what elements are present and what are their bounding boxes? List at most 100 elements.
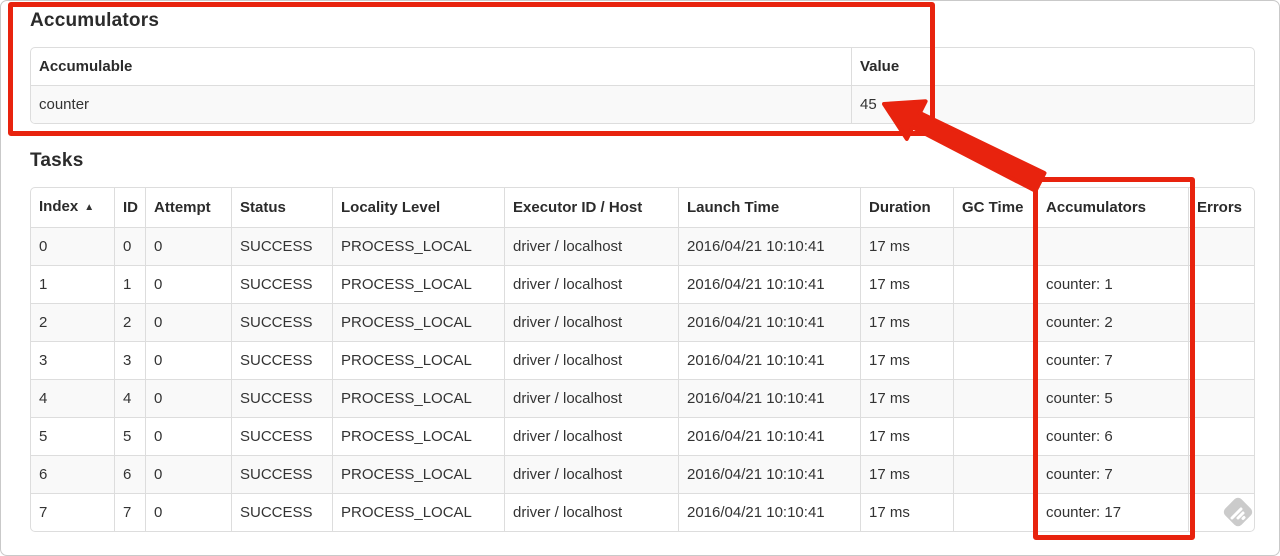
cell-errors [1188,341,1254,379]
cell-executor: driver / localhost [504,379,678,417]
cell-index: 1 [31,265,114,303]
cell-index: 2 [31,303,114,341]
cell-duration: 17 ms [860,341,953,379]
cell-errors [1188,227,1254,265]
column-header-status[interactable]: Status [231,188,332,227]
column-header-index[interactable]: Index ▲ [31,188,114,227]
table-row: 5 5 0 SUCCESS PROCESS_LOCAL driver / localhos… [31,417,1254,455]
column-header-attempt[interactable]: Attempt [145,188,231,227]
cell-duration: 17 ms [860,493,953,531]
cell-locality: PROCESS_LOCAL [332,341,504,379]
cell-locality: PROCESS_LOCAL [332,455,504,493]
column-header-errors[interactable]: Errors [1188,188,1254,227]
cell-executor: driver / localhost [504,493,678,531]
column-header-gc_time[interactable]: GC Time [953,188,1037,227]
column-header-value[interactable]: Value [851,48,1254,85]
cell-status: SUCCESS [231,379,332,417]
cell-launch: 2016/04/21 10:10:41 [678,417,860,455]
cell-accumulators: counter: 7 [1037,455,1188,493]
cell-attempt: 0 [145,493,231,531]
cell-index: 4 [31,379,114,417]
cell-locality: PROCESS_LOCAL [332,265,504,303]
cell-launch: 2016/04/21 10:10:41 [678,227,860,265]
spark-stage-page: Accumulators Accumulable Value counter 45 … [0,0,1280,532]
cell-duration: 17 ms [860,417,953,455]
cell-launch: 2016/04/21 10:10:41 [678,265,860,303]
cell-accumulators: counter: 1 [1037,265,1188,303]
column-header-duration[interactable]: Duration [860,188,953,227]
cell-id: 6 [114,455,145,493]
cell-attempt: 0 [145,341,231,379]
cell-duration: 17 ms [860,265,953,303]
cell-duration: 17 ms [860,455,953,493]
cell-attempt: 0 [145,455,231,493]
column-header-id[interactable]: ID [114,188,145,227]
cell-executor: driver / localhost [504,265,678,303]
watermark-icon [1221,495,1255,529]
cell-id: 5 [114,417,145,455]
cell-accumulators: counter: 6 [1037,417,1188,455]
cell-accumulators: counter: 7 [1037,341,1188,379]
accumulable-header-row: Accumulable Value [31,48,1254,85]
table-row: counter 45 [31,85,1254,123]
cell-executor: driver / localhost [504,455,678,493]
cell-id: 1 [114,265,145,303]
cell-status: SUCCESS [231,455,332,493]
cell-status: SUCCESS [231,265,332,303]
cell-duration: 17 ms [860,227,953,265]
cell-executor: driver / localhost [504,417,678,455]
cell-gc_time [953,417,1037,455]
cell-attempt: 0 [145,417,231,455]
table-row: 2 2 0 SUCCESS PROCESS_LOCAL driver / localhos… [31,303,1254,341]
table-row: 0 0 0 SUCCESS PROCESS_LOCAL driver / localhos… [31,227,1254,265]
cell-status: SUCCESS [231,493,332,531]
cell-attempt: 0 [145,303,231,341]
cell-gc_time [953,341,1037,379]
table-row: 3 3 0 SUCCESS PROCESS_LOCAL driver / localhos… [31,341,1254,379]
column-header-launch[interactable]: Launch Time [678,188,860,227]
cell-gc_time [953,493,1037,531]
column-header-locality[interactable]: Locality Level [332,188,504,227]
cell-gc_time [953,265,1037,303]
cell-launch: 2016/04/21 10:10:41 [678,455,860,493]
cell-id: 4 [114,379,145,417]
tasks-table: Index ▲ ID Attempt Status Locality Level Execu… [30,187,1255,532]
cell-accumulators: counter: 17 [1037,493,1188,531]
cell-duration: 17 ms [860,303,953,341]
cell-errors [1188,303,1254,341]
table-row: 7 7 0 SUCCESS PROCESS_LOCAL driver / localhos… [31,493,1254,531]
column-header-executor[interactable]: Executor ID / Host [504,188,678,227]
cell-gc_time [953,455,1037,493]
cell-launch: 2016/04/21 10:10:41 [678,379,860,417]
cell-errors [1188,455,1254,493]
cell-status: SUCCESS [231,303,332,341]
tasks-heading: Tasks [30,150,84,171]
cell-attempt: 0 [145,227,231,265]
cell-id: 0 [114,227,145,265]
cell-status: SUCCESS [231,227,332,265]
cell-locality: PROCESS_LOCAL [332,493,504,531]
cell-executor: driver / localhost [504,303,678,341]
cell-status: SUCCESS [231,341,332,379]
cell-index: 0 [31,227,114,265]
cell-duration: 17 ms [860,379,953,417]
cell-locality: PROCESS_LOCAL [332,417,504,455]
cell-errors [1188,379,1254,417]
cell-value: 45 [851,85,1254,123]
table-row: 1 1 0 SUCCESS PROCESS_LOCAL driver / localhos… [31,265,1254,303]
table-row: 4 4 0 SUCCESS PROCESS_LOCAL driver / localhos… [31,379,1254,417]
cell-accumulable: counter [31,85,851,123]
column-header-accumulable[interactable]: Accumulable [31,48,851,85]
cell-index: 6 [31,455,114,493]
cell-locality: PROCESS_LOCAL [332,379,504,417]
cell-errors [1188,417,1254,455]
cell-index: 7 [31,493,114,531]
cell-id: 3 [114,341,145,379]
accumulators-heading: Accumulators [30,10,160,31]
cell-launch: 2016/04/21 10:10:41 [678,303,860,341]
cell-locality: PROCESS_LOCAL [332,227,504,265]
accumulable-table: Accumulable Value counter 45 [30,47,1255,124]
column-header-accumulators[interactable]: Accumulators [1037,188,1188,227]
cell-locality: PROCESS_LOCAL [332,303,504,341]
cell-launch: 2016/04/21 10:10:41 [678,341,860,379]
